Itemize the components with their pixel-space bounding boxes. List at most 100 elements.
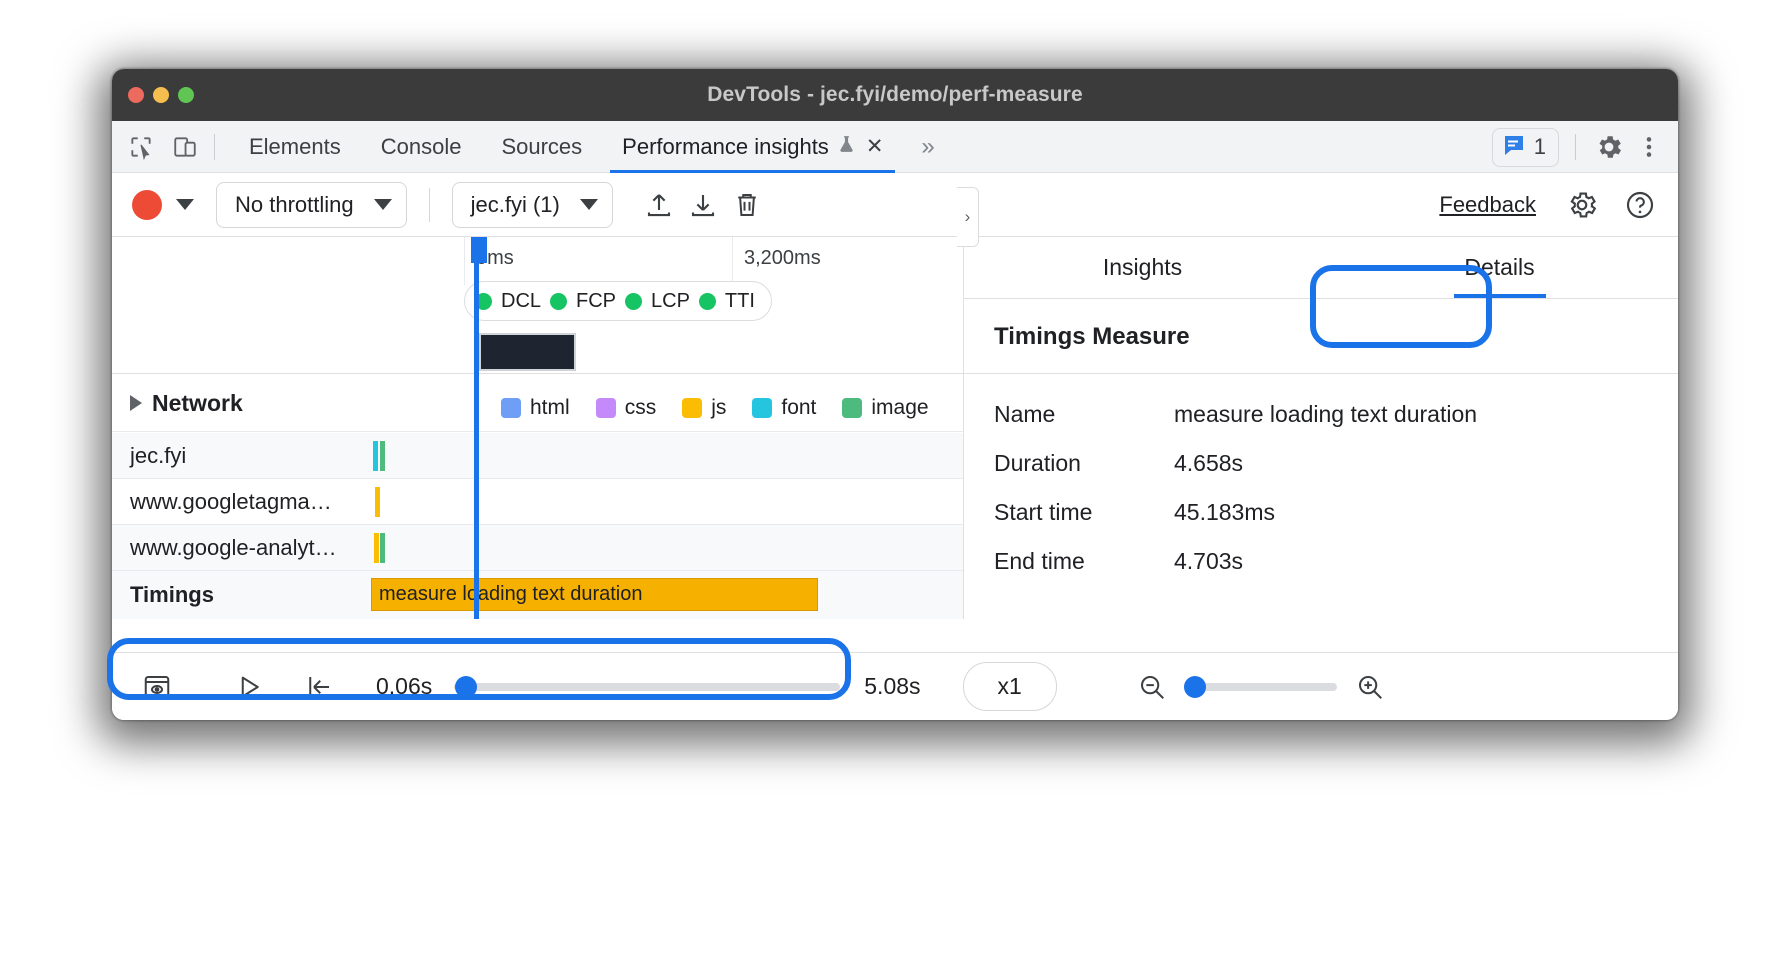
upload-icon[interactable] [637,183,681,227]
tab-performance-insights[interactable]: Performance insights ✕ [602,121,903,173]
tab-sources[interactable]: Sources [481,121,602,173]
marker-label-tti: TTI [725,290,755,313]
table-row[interactable]: www.googletagma… [112,479,963,525]
field-key: Name [994,401,1174,428]
kebab-menu-icon[interactable] [1632,130,1666,164]
marker-label-fcp: FCP [576,290,616,313]
download-icon[interactable] [681,183,725,227]
tab-label: Details [1464,254,1534,281]
field-key: Start time [994,499,1174,526]
network-type-legend: html css js font image [361,383,963,433]
toolbar-divider [429,188,430,222]
zoom-in-icon[interactable] [1347,664,1393,710]
message-count-button[interactable]: 1 [1492,128,1559,167]
details-field-start-time: Start time 45.183ms [964,488,1678,537]
tab-label: Console [381,134,462,160]
device-toolbar-icon[interactable] [170,132,200,162]
throttling-value: No throttling [235,192,354,218]
message-count: 1 [1534,134,1546,160]
tab-label: Sources [501,134,582,160]
network-row-label: www.google-analyt… [112,525,361,571]
marker-dot [625,293,642,310]
close-icon[interactable]: ✕ [866,134,884,159]
minimize-window-button[interactable] [153,87,169,103]
legend-swatch [501,398,521,418]
group-label-row: Network [112,374,361,432]
play-icon[interactable] [226,664,272,710]
toolbar-divider [214,134,215,160]
close-window-button[interactable] [128,87,144,103]
record-button[interactable] [132,190,162,220]
legend-label: css [625,396,657,420]
range-slider-left-knob[interactable] [455,676,477,698]
field-value: 45.183ms [1174,499,1275,526]
traffic-lights [128,87,194,103]
network-row-track [361,525,963,571]
window-title: DevTools - jec.fyi/demo/perf-measure [707,83,1083,107]
gear-icon[interactable] [1592,130,1626,164]
browser-screenshot-icon[interactable] [134,664,180,710]
details-field-end-time: End time 4.703s [964,537,1678,586]
target-value: jec.fyi (1) [471,192,560,218]
filmstrip-thumbnail[interactable] [479,333,576,371]
legend-label: html [530,396,570,420]
details-field-list: Name measure loading text duration Durat… [964,374,1678,586]
tab-label: Insights [1103,254,1182,281]
tab-elements[interactable]: Elements [229,121,361,173]
tab-details[interactable]: Details [1321,237,1678,298]
main-content: 0ms 3,200ms DCL FCP LCP TTI Network [112,237,1678,619]
zoom-slider-knob[interactable] [1184,676,1206,698]
chevron-right-icon[interactable]: › [957,187,979,247]
legend-item-css: css [596,396,657,420]
timeline-markers: DCL FCP LCP TTI [464,281,772,321]
legend-label: font [781,396,816,420]
target-select[interactable]: jec.fyi (1) [452,182,613,228]
performance-toolbar-right: Feedback [1439,183,1662,227]
devtools-tab-strip: Elements Console Sources Performance ins… [112,121,1678,173]
zoom-slider[interactable] [1185,683,1337,691]
help-icon[interactable] [1618,183,1662,227]
timeline-group-timings[interactable]: Timings measure loading text duration [112,571,963,619]
message-icon [1502,133,1526,162]
marker-dot [699,293,716,310]
maximize-window-button[interactable] [178,87,194,103]
marker-dot [550,293,567,310]
timeline-playhead[interactable] [474,237,479,619]
tab-console[interactable]: Console [361,121,482,173]
field-key: Duration [994,450,1174,477]
legend-item-font: font [752,396,816,420]
legend-label: js [711,396,726,420]
marker-label-lcp: LCP [651,290,690,313]
timeline-pane[interactable]: 0ms 3,200ms DCL FCP LCP TTI Network [112,237,964,619]
zoom-out-icon[interactable] [1129,664,1175,710]
timeline-ruler[interactable]: 0ms 3,200ms [112,237,963,285]
field-key: End time [994,548,1174,575]
tab-insights[interactable]: Insights [964,237,1321,298]
timings-label: Timings [112,571,361,619]
chevron-double-right-icon[interactable]: » [903,133,952,161]
gear-icon[interactable] [1560,183,1604,227]
ruler-tick-label: 3,200ms [744,247,821,270]
chevron-down-icon [374,199,392,210]
network-row-track [361,433,963,479]
inspect-element-icon[interactable] [126,132,156,162]
legend-swatch [682,398,702,418]
trash-icon[interactable] [725,183,769,227]
playback-speed-button[interactable]: x1 [963,662,1057,711]
legend-swatch [752,398,772,418]
timeline-range-slider[interactable] [454,683,840,691]
throttling-select[interactable]: No throttling [216,182,407,228]
feedback-link[interactable]: Feedback [1439,192,1536,218]
start-time-label: 0.06s [376,673,432,700]
table-row[interactable]: jec.fyi [112,433,963,479]
playback-toolbar: 0.06s 5.08s x1 [112,652,1678,720]
details-field-name: Name measure loading text duration [964,390,1678,439]
table-row[interactable]: www.google-analyt… [112,525,963,571]
chevron-down-icon [580,199,598,210]
jump-to-start-icon[interactable] [296,664,342,710]
timings-measure-bar[interactable]: measure loading text duration [371,578,818,611]
chevron-down-icon[interactable] [176,199,194,210]
triangle-right-icon[interactable] [130,395,142,411]
timeline-playhead-handle[interactable] [471,237,487,263]
tab-label: Elements [249,134,341,160]
